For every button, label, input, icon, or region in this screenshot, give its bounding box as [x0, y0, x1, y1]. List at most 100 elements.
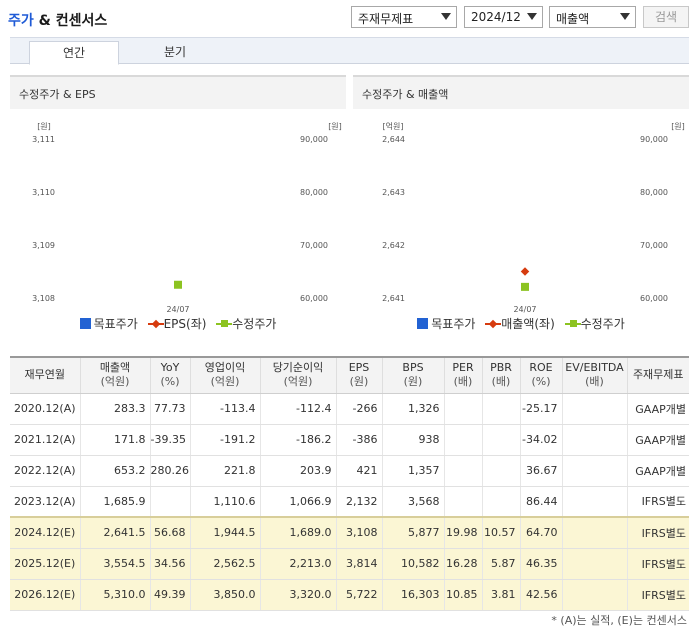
table-cell: 5,310.0 [79, 579, 150, 611]
table-row: 2024.12(E) 2,641.5 56.68 1,944.5 1,689.0 3,10… [10, 516, 689, 549]
right-axis-unit: [원] [671, 122, 685, 131]
column-header-label: 당기순이익 [272, 361, 324, 375]
column-header-label: YoY [160, 361, 180, 375]
left-tick-label: 2,643 [382, 188, 405, 197]
left-tick-label: 3,110 [32, 188, 55, 197]
table-cell [481, 424, 520, 456]
legend-item-revenue[interactable]: 매출액(좌) [485, 315, 555, 332]
tab-quarterly[interactable]: 분기 [130, 41, 220, 65]
adjusted-price-swatch [564, 320, 581, 327]
table-cell: 10.57 [481, 516, 520, 549]
column-header: 주재무제표 [626, 356, 689, 394]
table-cell [561, 548, 627, 580]
table-cell [561, 486, 627, 518]
revenue-swatch [485, 319, 502, 329]
left-tick-label: 3,111 [32, 135, 55, 144]
table-cell: 421 [335, 455, 382, 487]
table-cell: 1,689.0 [259, 516, 336, 549]
table-cell: 2023.12(A) [10, 486, 80, 518]
table-cell [561, 579, 627, 611]
table-cell: 2,213.0 [259, 548, 336, 580]
left-tick-label: 3,109 [32, 241, 55, 250]
table-cell [561, 455, 627, 487]
table-cell: 5.87 [481, 548, 520, 580]
table-cell [481, 393, 520, 425]
table-cell: 2,132 [335, 486, 382, 518]
column-header-unit: (%) [160, 375, 180, 389]
legend-item-eps[interactable]: EPS(좌) [147, 315, 206, 332]
period-tabs: 연간 분기 [10, 37, 689, 65]
column-header: 재무연월 [10, 356, 80, 394]
legend-item-target-price[interactable]: 목표주가 [417, 315, 475, 332]
table-cell: -191.2 [189, 424, 260, 456]
table-cell: -25.17 [519, 393, 562, 425]
table-row: 2021.12(A) 171.8 -39.35 -191.2 -186.2 -386 938… [10, 424, 689, 456]
left-series-point[interactable] [520, 267, 530, 276]
right-tick-label: 60,000 [300, 294, 328, 303]
period-select[interactable]: 2024/12 [464, 6, 543, 28]
table-cell: -186.2 [259, 424, 336, 456]
right-tick-label: 60,000 [640, 294, 668, 303]
table-cell: 2,562.5 [189, 548, 260, 580]
left-axis-unit: [원] [37, 122, 51, 131]
table-cell: 42.56 [519, 579, 562, 611]
right-tick-label: 90,000 [300, 135, 328, 144]
table-cell: 2025.12(E) [10, 548, 80, 580]
table-cell: 3,568 [381, 486, 444, 518]
table-row: 2022.12(A) 653.2 280.26 221.8 203.9 421 1,357 3… [10, 455, 689, 487]
period-select-value: 2024/12 [471, 10, 521, 24]
table-cell: 16,303 [381, 579, 444, 611]
table-cell: 36.67 [519, 455, 562, 487]
table-cell: 1,326 [381, 393, 444, 425]
tab-annual[interactable]: 연간 [29, 41, 119, 65]
legend-item-adjusted-price[interactable]: 수정주가 [564, 315, 625, 332]
table-cell [561, 516, 627, 549]
left-tick-label: 2,642 [382, 241, 405, 250]
legend-item-adjusted-price[interactable]: 수정주가 [216, 315, 276, 332]
column-header: EV/EBITDA (배) [561, 356, 627, 394]
chart-legend: 목표주가 EPS(좌) 수정주가 [10, 315, 346, 332]
column-header: 매출액 (억원) [79, 356, 150, 394]
adjusted-price-point[interactable] [174, 280, 182, 289]
table-cell: 1,110.6 [189, 486, 260, 518]
table-cell: GAAP개별 [626, 393, 689, 425]
table-cell: 3,320.0 [259, 579, 336, 611]
table-header-row: 재무연월 매출액 (억원) YoY (%) 영업이익 (억원) 당기순이익 (억원) EPS (원)… [10, 356, 689, 394]
table-cell: 16.28 [443, 548, 482, 580]
table-cell: -112.4 [259, 393, 336, 425]
column-header-unit: (원) [403, 375, 423, 389]
adjusted-price-swatch [216, 320, 233, 327]
table-cell [443, 455, 482, 487]
financial-table: 재무연월 매출액 (억원) YoY (%) 영업이익 (억원) 당기순이익 (억원) EPS (원)… [10, 356, 689, 611]
item-select[interactable]: 매출액 [549, 6, 636, 28]
table-cell: IFRS별도 [626, 548, 689, 580]
column-header-unit: (억원) [210, 375, 240, 389]
table-cell: 3,814 [335, 548, 382, 580]
table-cell: 34.56 [149, 548, 190, 580]
table-body: 2020.12(A) 283.3 77.73 -113.4 -112.4 -266 1,32… [10, 393, 689, 611]
table-cell: 938 [381, 424, 444, 456]
standard-select[interactable]: 주재무제표 [351, 6, 457, 28]
table-cell: IFRS별도 [626, 516, 689, 549]
column-header-label: ROE [529, 361, 553, 375]
table-cell: IFRS별도 [626, 579, 689, 611]
left-axis-unit: [억원] [383, 121, 404, 131]
left-tick-label: 2,644 [382, 135, 405, 144]
legend-item-target-price[interactable]: 목표주가 [79, 315, 138, 332]
table-cell: 10.85 [443, 579, 482, 611]
table-cell: -386 [335, 424, 382, 456]
chart-eps-svg: [원] [원] 3,111 3,110 3,109 3,108 90,000 80,00… [32, 122, 342, 314]
table-cell: 3.81 [481, 579, 520, 611]
table-cell: 86.44 [519, 486, 562, 518]
table-cell: 46.35 [519, 548, 562, 580]
column-header-label: EPS [348, 361, 370, 375]
search-button[interactable]: 검색 [643, 6, 689, 28]
column-header-label: PBR [490, 361, 512, 375]
item-select-value: 매출액 [556, 12, 590, 26]
right-tick-label: 80,000 [640, 188, 668, 197]
adjusted-price-point[interactable] [521, 282, 529, 291]
eps-swatch [147, 319, 164, 329]
chart-panel-eps: 수정주가 & EPS [원] [원] 3,111 3,110 3,109 3,108 … [10, 75, 346, 337]
table-cell [443, 393, 482, 425]
table-cell: 1,066.9 [259, 486, 336, 518]
